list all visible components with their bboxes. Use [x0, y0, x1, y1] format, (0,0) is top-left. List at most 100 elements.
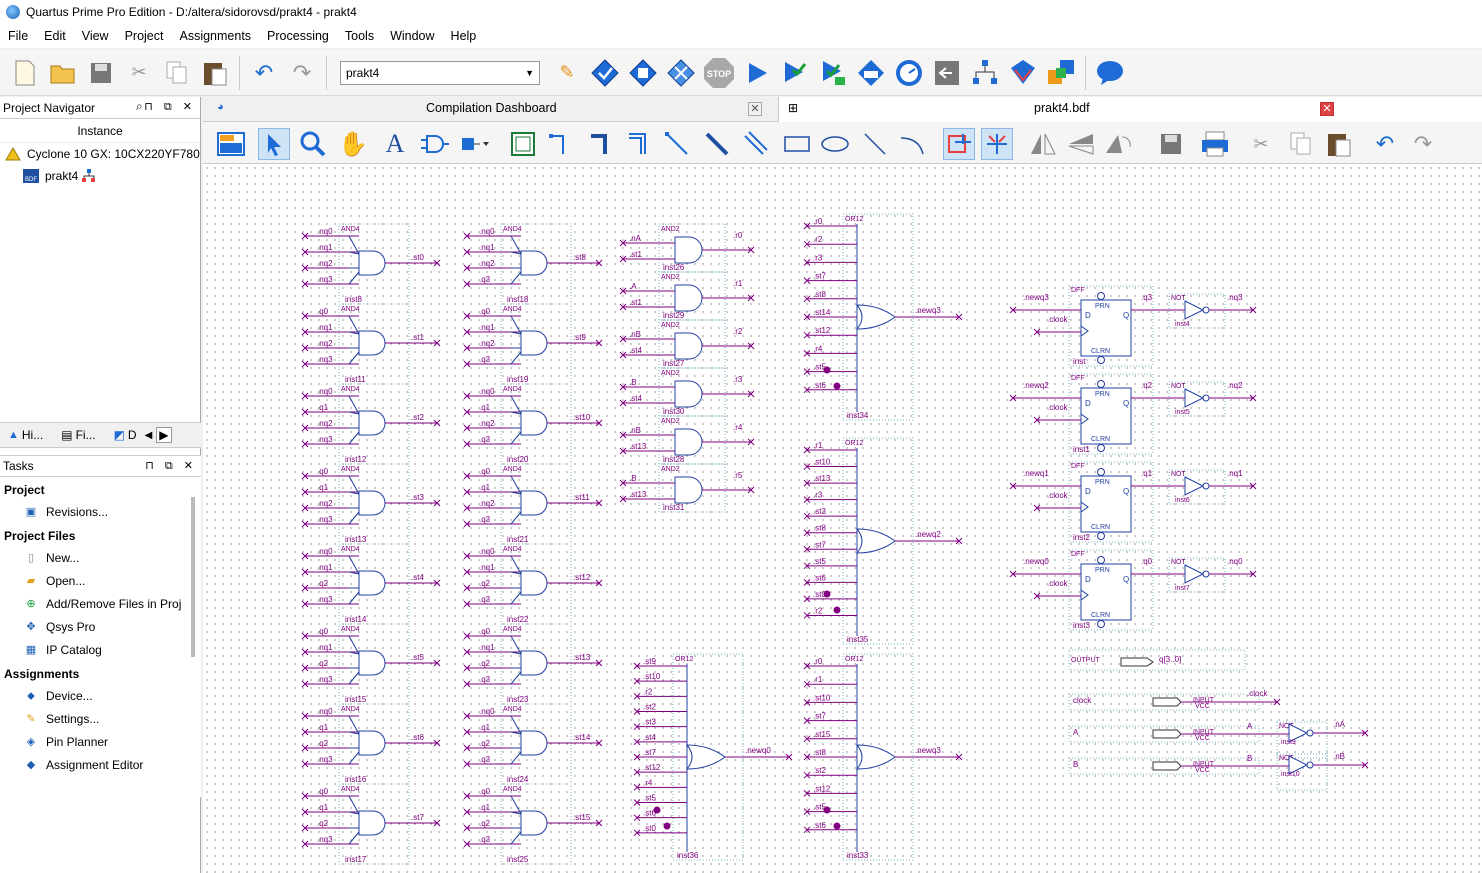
tab-compilation-dashboard[interactable]: Compilation Dashboard: [426, 101, 557, 121]
tab-hierarchy[interactable]: Hi...: [22, 428, 43, 442]
partial-line-selection-icon[interactable]: [943, 128, 975, 160]
close-dashboard-tab-icon[interactable]: ✕: [748, 102, 762, 116]
pin-tool-icon[interactable]: [459, 128, 491, 160]
pane-controls[interactable]: ⊓ ⧉ ✕: [145, 459, 197, 473]
tab-scroll-right-icon[interactable]: ▶: [156, 427, 172, 443]
selection-tool-icon[interactable]: [258, 128, 290, 160]
diagonal-conduit-tool-icon[interactable]: [741, 128, 773, 160]
redo-bdf-icon[interactable]: ↷: [1407, 128, 1439, 160]
tab-prakt4-bdf[interactable]: prakt4.bdf: [1034, 101, 1090, 121]
start-compilation-icon[interactable]: [741, 57, 773, 89]
rubberbanding-icon[interactable]: [981, 128, 1013, 160]
schematic-canvas[interactable]: AND4 .nq0 .nq1 .nq2 .nq3 .st0 inst8 AND4 .q0 .nq1…: [203, 164, 1482, 873]
task-add-remove-files[interactable]: ⊕ Add/Remove Files in Proj: [0, 592, 201, 615]
new-file-icon[interactable]: [9, 57, 41, 89]
task-settings[interactable]: ✎ Settings...: [0, 707, 201, 730]
menu-assignments[interactable]: Assignments: [179, 29, 251, 43]
stop-icon[interactable]: STOP: [703, 57, 735, 89]
menu-view[interactable]: View: [82, 29, 109, 43]
menu-edit[interactable]: Edit: [44, 29, 66, 43]
tab-files[interactable]: Fi...: [76, 428, 96, 442]
menu-tools[interactable]: Tools: [345, 29, 374, 43]
save-bdf-icon[interactable]: [1155, 128, 1187, 160]
instance-label: inst1: [1073, 445, 1090, 454]
qsys-icon: ✥: [26, 620, 36, 633]
rectangle-tool-icon[interactable]: [781, 128, 813, 160]
line-tool-icon[interactable]: [859, 128, 891, 160]
block-tool-icon[interactable]: [507, 128, 539, 160]
open-file-icon[interactable]: [47, 57, 79, 89]
settings-icon: ✎: [26, 712, 36, 725]
oval-tool-icon[interactable]: [819, 128, 851, 160]
start-analysis-icon[interactable]: [779, 57, 811, 89]
cut-bdf-icon[interactable]: ✂: [1245, 128, 1277, 160]
orthogonal-node-tool-icon[interactable]: [545, 128, 577, 160]
diagonal-node-tool-icon[interactable]: [661, 128, 693, 160]
programmer-icon[interactable]: [931, 57, 963, 89]
rtl-viewer-icon[interactable]: [969, 57, 1001, 89]
rotate-left-icon[interactable]: [1103, 128, 1135, 160]
symbol-tool-icon[interactable]: [419, 128, 451, 160]
menu-window[interactable]: Window: [390, 29, 434, 43]
project-selector[interactable]: prakt4 ▼: [340, 60, 540, 85]
search-icon[interactable]: ⌕: [136, 99, 143, 114]
signal-tap-icon[interactable]: [1007, 57, 1039, 89]
timing-analyzer-icon[interactable]: [893, 57, 925, 89]
pencil-icon[interactable]: ✎: [551, 57, 583, 89]
assembler-icon[interactable]: [665, 57, 697, 89]
close-bdf-tab-icon[interactable]: ✕: [1320, 102, 1334, 116]
analysis-synthesis-icon[interactable]: [589, 57, 621, 89]
fitter-icon[interactable]: [627, 57, 659, 89]
net-label: .st4: [411, 573, 424, 582]
arc-tool-icon[interactable]: [897, 128, 929, 160]
platform-designer-icon[interactable]: [1045, 57, 1077, 89]
hand-tool-icon[interactable]: ✋: [337, 128, 369, 160]
orthogonal-conduit-tool-icon[interactable]: [623, 128, 655, 160]
or-gate-symbol: [855, 744, 896, 770]
paste-icon[interactable]: [199, 57, 231, 89]
task-ip-catalog[interactable]: ▦ IP Catalog: [0, 638, 201, 661]
gate-type-label: NOT: [1171, 471, 1187, 478]
cut-icon[interactable]: ✂: [123, 57, 155, 89]
orthogonal-bus-tool-icon[interactable]: [585, 128, 617, 160]
menu-help[interactable]: Help: [451, 29, 477, 43]
task-open[interactable]: ▰ Open...: [0, 569, 201, 592]
junction-dot: [653, 806, 661, 814]
task-new[interactable]: ▯ New...: [0, 546, 201, 569]
diagonal-bus-tool-icon[interactable]: [701, 128, 733, 160]
tab-design-units[interactable]: D: [128, 428, 137, 442]
redo-icon[interactable]: ↷: [286, 57, 318, 89]
print-icon[interactable]: [1199, 128, 1231, 160]
zoom-tool-icon[interactable]: [297, 128, 329, 160]
instance-label: inst24: [507, 775, 529, 784]
menu-file[interactable]: File: [8, 29, 28, 43]
text-tool-icon[interactable]: A: [379, 128, 411, 160]
copy-icon[interactable]: [161, 57, 193, 89]
task-assignment-editor[interactable]: ◆ Assignment Editor: [0, 753, 201, 776]
flip-horizontal-icon[interactable]: [1027, 128, 1059, 160]
copy-bdf-icon[interactable]: [1285, 128, 1317, 160]
menu-project[interactable]: Project: [125, 29, 164, 43]
task-revisions[interactable]: ▣ Revisions...: [0, 500, 201, 523]
task-device[interactable]: ⬥ Device...: [0, 684, 201, 707]
task-pin-planner[interactable]: ◈ Pin Planner: [0, 730, 201, 753]
undo-icon[interactable]: ↶: [248, 57, 280, 89]
tab-scroll-left-icon[interactable]: ◀: [145, 430, 153, 441]
chat-icon[interactable]: [1094, 57, 1126, 89]
column-header-instance[interactable]: Instance: [0, 119, 200, 143]
flip-vertical-icon[interactable]: [1065, 128, 1097, 160]
menu-processing[interactable]: Processing: [267, 29, 329, 43]
device-row[interactable]: Cyclone 10 GX: 10CX220YF780: [0, 143, 200, 165]
tasks-scrollbar[interactable]: [191, 497, 195, 657]
net-label: .q0: [479, 307, 491, 316]
detach-window-icon[interactable]: [215, 128, 247, 160]
start-timing-icon[interactable]: [817, 57, 849, 89]
pane-controls[interactable]: ⊓ ⧉ ✕: [144, 100, 196, 114]
entity-row[interactable]: BDF prakt4: [0, 165, 200, 187]
save-icon[interactable]: [85, 57, 117, 89]
task-qsys-pro[interactable]: ✥ Qsys Pro: [0, 615, 201, 638]
net-label: .q3: [479, 435, 491, 444]
undo-bdf-icon[interactable]: ↶: [1369, 128, 1401, 160]
chip-planner-icon[interactable]: [855, 57, 887, 89]
paste-bdf-icon[interactable]: [1323, 128, 1355, 160]
